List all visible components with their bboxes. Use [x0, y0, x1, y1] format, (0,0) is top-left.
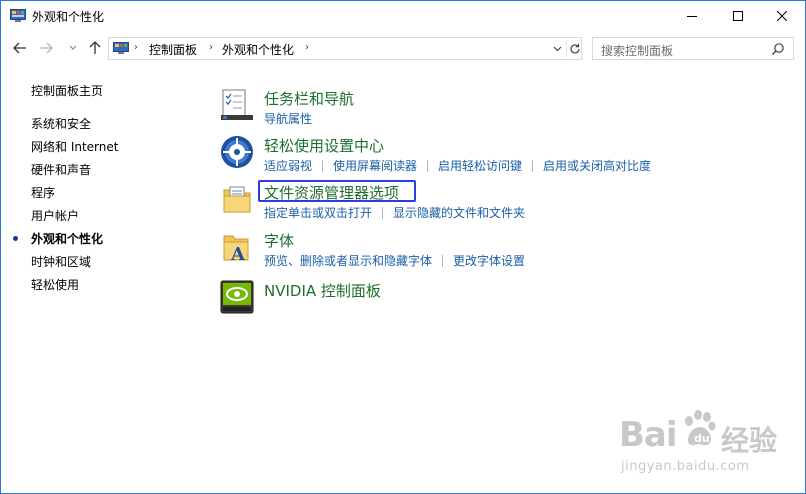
nvidia-icon[interactable]: [220, 280, 254, 314]
breadcrumb-separator-icon[interactable]: ›: [209, 42, 213, 53]
sidebar-item-programs[interactable]: 程序: [31, 184, 55, 201]
sidebar-item-system-security[interactable]: 系统和安全: [31, 115, 91, 132]
link-navigation-properties[interactable]: 导航属性: [264, 110, 312, 127]
control-panel-window: 外观和个性化 › 控制面板 › 外观和个性化 › 搜索控制面板 控制面板主页 系…: [0, 0, 806, 494]
link-high-contrast[interactable]: 启用或关闭高对比度: [543, 157, 651, 174]
baidu-watermark: Bai du 经验 jingyan.baidu.com: [615, 401, 795, 491]
folder-options-icon[interactable]: [220, 182, 254, 216]
link-show-hidden-files[interactable]: 显示隐藏的文件和文件夹: [393, 204, 525, 221]
active-item-bullet: [13, 236, 18, 241]
breadcrumb-separator-icon[interactable]: ›: [305, 42, 309, 53]
category-title-fonts[interactable]: 字体: [264, 230, 294, 251]
recent-locations-button[interactable]: [63, 38, 83, 58]
sidebar-item-appearance[interactable]: 外观和个性化: [31, 230, 103, 247]
watermark-brand: Bai: [619, 415, 678, 455]
sidebar-item-user-accounts[interactable]: 用户帐户: [31, 207, 79, 224]
address-history-button[interactable]: [550, 40, 564, 57]
breadcrumb-appearance[interactable]: 外观和个性化: [222, 41, 294, 58]
address-bar[interactable]: › 控制面板 › 外观和个性化 ›: [108, 37, 582, 60]
category-title-taskbar[interactable]: 任务栏和导航: [264, 88, 354, 109]
breadcrumb-control-panel[interactable]: 控制面板: [149, 41, 197, 58]
link-screen-reader[interactable]: 使用屏幕阅读器: [333, 157, 417, 174]
up-button[interactable]: [85, 38, 105, 58]
link-font-settings[interactable]: 更改字体设置: [453, 252, 525, 269]
taskbar-icon[interactable]: [220, 88, 254, 122]
category-links-taskbar: 导航属性: [264, 110, 312, 127]
watermark-url: jingyan.baidu.com: [621, 459, 750, 474]
highlight-box: [258, 180, 416, 202]
baidu-paw-icon: du: [685, 410, 716, 446]
chevron-down-icon: [69, 45, 77, 50]
maximize-button[interactable]: [715, 1, 761, 31]
category-links-file-explorer-options: 指定单击或双击打开 显示隐藏的文件和文件夹: [264, 204, 525, 221]
link-single-double-click[interactable]: 指定单击或双击打开: [264, 204, 372, 221]
control-panel-icon: [10, 9, 26, 22]
svg-text:du: du: [694, 432, 710, 445]
refresh-icon: [569, 43, 580, 54]
search-icon[interactable]: [771, 42, 785, 56]
minimize-button[interactable]: [669, 1, 715, 31]
category-title-ease-of-access[interactable]: 轻松使用设置中心: [264, 135, 384, 156]
sidebar-item-hardware-sound[interactable]: 硬件和声音: [31, 161, 91, 178]
link-divider: [322, 159, 324, 172]
link-divider: [442, 254, 444, 267]
arrow-left-icon: [13, 42, 26, 54]
title-bar: 外观和个性化: [1, 1, 805, 32]
back-button[interactable]: [10, 38, 30, 58]
window-title: 外观和个性化: [32, 10, 105, 24]
link-low-vision[interactable]: 适应弱视: [264, 157, 312, 174]
breadcrumb-separator-icon[interactable]: ›: [134, 42, 138, 53]
sidebar-item-control-panel-home[interactable]: 控制面板主页: [31, 82, 103, 99]
close-button[interactable]: [759, 1, 805, 31]
link-divider: [382, 206, 384, 219]
fonts-icon[interactable]: A: [220, 230, 254, 264]
forward-button[interactable]: [36, 38, 56, 58]
category-links-fonts: 预览、删除或者显示和隐藏字体 更改字体设置: [264, 252, 525, 269]
control-panel-icon: [113, 42, 129, 54]
arrow-right-icon: [40, 42, 53, 54]
category-title-nvidia[interactable]: NVIDIA 控制面板: [264, 280, 381, 301]
minimize-icon: [687, 16, 697, 17]
link-preview-fonts[interactable]: 预览、删除或者显示和隐藏字体: [264, 252, 432, 269]
link-divider: [427, 159, 429, 172]
link-divider: [532, 159, 534, 172]
sidebar-item-clock-region[interactable]: 时钟和区域: [31, 253, 91, 270]
search-input[interactable]: 搜索控制面板: [601, 42, 673, 59]
search-box[interactable]: 搜索控制面板: [592, 37, 794, 60]
refresh-button[interactable]: [566, 40, 582, 57]
close-icon: [777, 11, 787, 21]
chevron-down-icon: [553, 46, 561, 51]
maximize-icon: [733, 11, 743, 21]
navigation-bar: › 控制面板 › 外观和个性化 › 搜索控制面板: [1, 34, 805, 62]
ease-of-access-icon[interactable]: [220, 135, 254, 169]
category-links-ease-of-access: 适应弱视 使用屏幕阅读器 启用轻松访问键 启用或关闭高对比度: [264, 157, 651, 174]
watermark-brand-cn: 经验: [721, 424, 778, 457]
sidebar-item-network-internet[interactable]: 网络和 Internet: [31, 138, 118, 155]
sidebar: 控制面板主页 系统和安全 网络和 Internet 硬件和声音 程序 用户帐户 …: [1, 63, 201, 483]
sidebar-item-ease-of-access[interactable]: 轻松使用: [31, 276, 79, 293]
svg-text:A: A: [230, 244, 246, 264]
link-access-keys[interactable]: 启用轻松访问键: [438, 157, 522, 174]
arrow-up-icon: [89, 41, 101, 54]
